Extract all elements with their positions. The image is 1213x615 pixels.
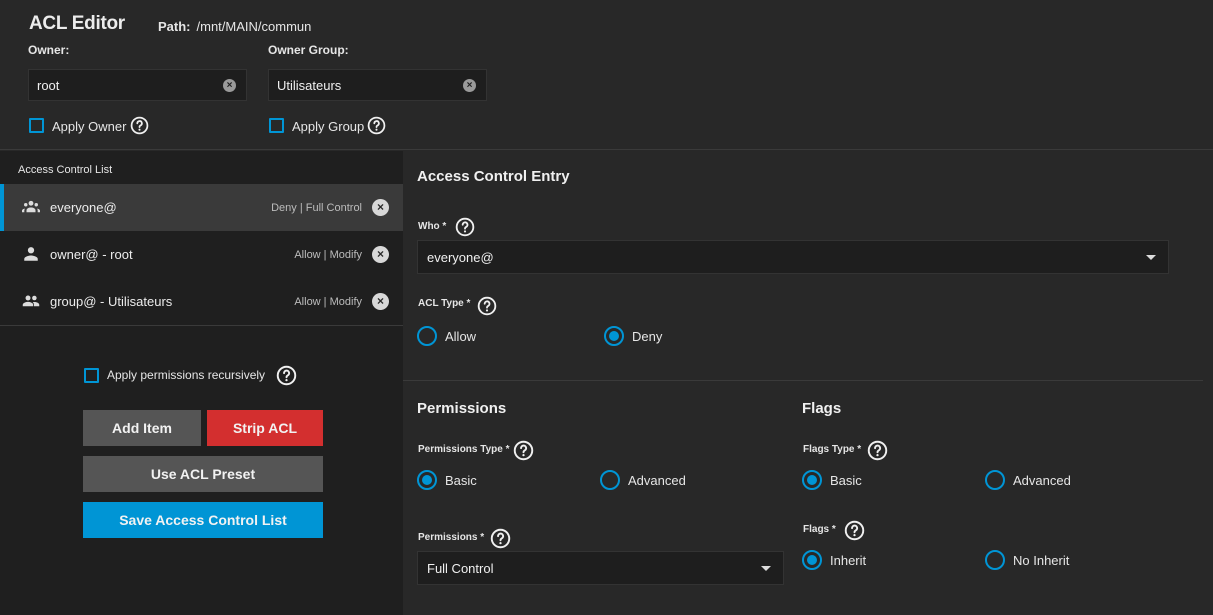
help-icon[interactable] — [367, 116, 386, 135]
save-acl-button[interactable]: Save Access Control List — [83, 502, 323, 538]
path-value: /mnt/MAIN/commun — [196, 19, 312, 34]
flags-type-basic-radio[interactable] — [802, 470, 822, 490]
path-label: Path: — [158, 19, 191, 34]
help-icon[interactable] — [844, 520, 865, 541]
owner-group-input-value: Utilisateurs — [277, 77, 342, 93]
permissions-type-advanced-label: Advanced — [628, 473, 686, 488]
apply-group-label: Apply Group — [292, 119, 365, 134]
dataset-path: Path: /mnt/MAIN/commun — [158, 19, 311, 34]
apply-owner-label: Apply Owner — [52, 119, 127, 134]
acl-type-deny-radio[interactable] — [604, 326, 624, 346]
permissions-type-advanced-radio[interactable] — [600, 470, 620, 490]
who-select[interactable]: everyone@ — [417, 240, 1169, 274]
acl-list-panel: Access Control List everyone@ Deny | Ful… — [0, 151, 403, 615]
acl-item-name: everyone@ — [50, 200, 117, 215]
acl-type-label: ACL Type * — [418, 298, 471, 309]
flags-type-advanced-radio[interactable] — [985, 470, 1005, 490]
owner-input[interactable]: root × — [28, 69, 247, 101]
acl-editor-header: ACL Editor Path:/mnt/MAIN/commun Owner: … — [0, 0, 1213, 150]
help-icon[interactable] — [276, 365, 297, 386]
permissions-type-label: Permissions Type * — [418, 444, 510, 455]
help-icon[interactable] — [490, 528, 511, 549]
help-icon[interactable] — [477, 296, 497, 316]
permissions-label: Permissions * — [418, 532, 485, 543]
remove-entry-icon[interactable]: × — [372, 293, 389, 310]
entry-title: Access Control Entry — [417, 168, 570, 185]
flags-type-basic-label: Basic — [830, 473, 862, 488]
group-icon — [22, 200, 40, 213]
owner-input-value: root — [37, 77, 60, 93]
acl-item-owner[interactable]: owner@ - root Allow | Modify × — [0, 231, 403, 278]
acl-type-deny-label: Deny — [632, 329, 663, 344]
clear-owner-group-icon[interactable]: × — [463, 79, 476, 92]
permissions-type-basic-radio[interactable] — [417, 470, 437, 490]
acl-entry-panel: Access Control Entry Who * everyone@ ACL… — [403, 151, 1213, 615]
page-title: ACL Editor — [29, 13, 125, 34]
strip-acl-button[interactable]: Strip ACL — [207, 410, 323, 446]
owner-group-label: Owner Group: — [268, 43, 349, 57]
flags-type-advanced-label: Advanced — [1013, 473, 1071, 488]
who-select-value: everyone@ — [427, 249, 494, 265]
remove-entry-icon[interactable]: × — [372, 199, 389, 216]
flags-no-inherit-label: No Inherit — [1013, 553, 1070, 568]
flags-inherit-radio[interactable] — [802, 550, 822, 570]
permissions-type-basic-label: Basic — [445, 473, 477, 488]
owner-label: Owner: — [28, 43, 70, 57]
help-icon[interactable] — [513, 440, 534, 461]
flags-no-inherit-radio[interactable] — [985, 550, 1005, 570]
acl-item-permission: Deny | Full Control — [271, 201, 362, 214]
acl-item-name: group@ - Utilisateurs — [50, 294, 173, 309]
clear-owner-icon[interactable]: × — [223, 79, 236, 92]
chevron-down-icon — [1146, 255, 1156, 260]
add-item-button[interactable]: Add Item — [83, 410, 201, 446]
help-icon[interactable] — [867, 440, 888, 461]
acl-item-group[interactable]: group@ - Utilisateurs Allow | Modify × — [0, 278, 403, 325]
acl-list-title: Access Control List — [18, 164, 113, 176]
permissions-select[interactable]: Full Control — [417, 551, 784, 585]
divider — [403, 380, 1203, 381]
acl-item-everyone[interactable]: everyone@ Deny | Full Control × — [0, 184, 403, 231]
use-acl-preset-button[interactable]: Use ACL Preset — [83, 456, 323, 492]
permissions-title: Permissions — [417, 400, 507, 417]
apply-recursive-checkbox[interactable] — [84, 368, 99, 383]
apply-recursive-label: Apply permissions recursively — [107, 368, 266, 382]
apply-owner-checkbox[interactable] — [29, 118, 44, 133]
help-icon[interactable] — [130, 116, 149, 135]
group-icon — [22, 295, 40, 307]
apply-group-checkbox[interactable] — [269, 118, 284, 133]
permissions-select-value: Full Control — [427, 560, 494, 576]
acl-item-permission: Allow | Modify — [294, 295, 362, 308]
person-icon — [24, 247, 38, 261]
chevron-down-icon — [761, 566, 771, 571]
remove-entry-icon[interactable]: × — [372, 246, 389, 263]
help-icon[interactable] — [455, 217, 475, 237]
flags-type-label: Flags Type * — [803, 444, 862, 455]
acl-item-permission: Allow | Modify — [294, 248, 362, 261]
flags-label: Flags * — [803, 524, 836, 535]
acl-type-allow-label: Allow — [445, 329, 477, 344]
who-label: Who * — [418, 221, 447, 232]
flags-title: Flags — [802, 400, 842, 417]
owner-group-input[interactable]: Utilisateurs × — [268, 69, 487, 101]
flags-inherit-label: Inherit — [830, 553, 867, 568]
acl-item-name: owner@ - root — [50, 247, 133, 262]
acl-type-allow-radio[interactable] — [417, 326, 437, 346]
divider — [0, 325, 403, 326]
